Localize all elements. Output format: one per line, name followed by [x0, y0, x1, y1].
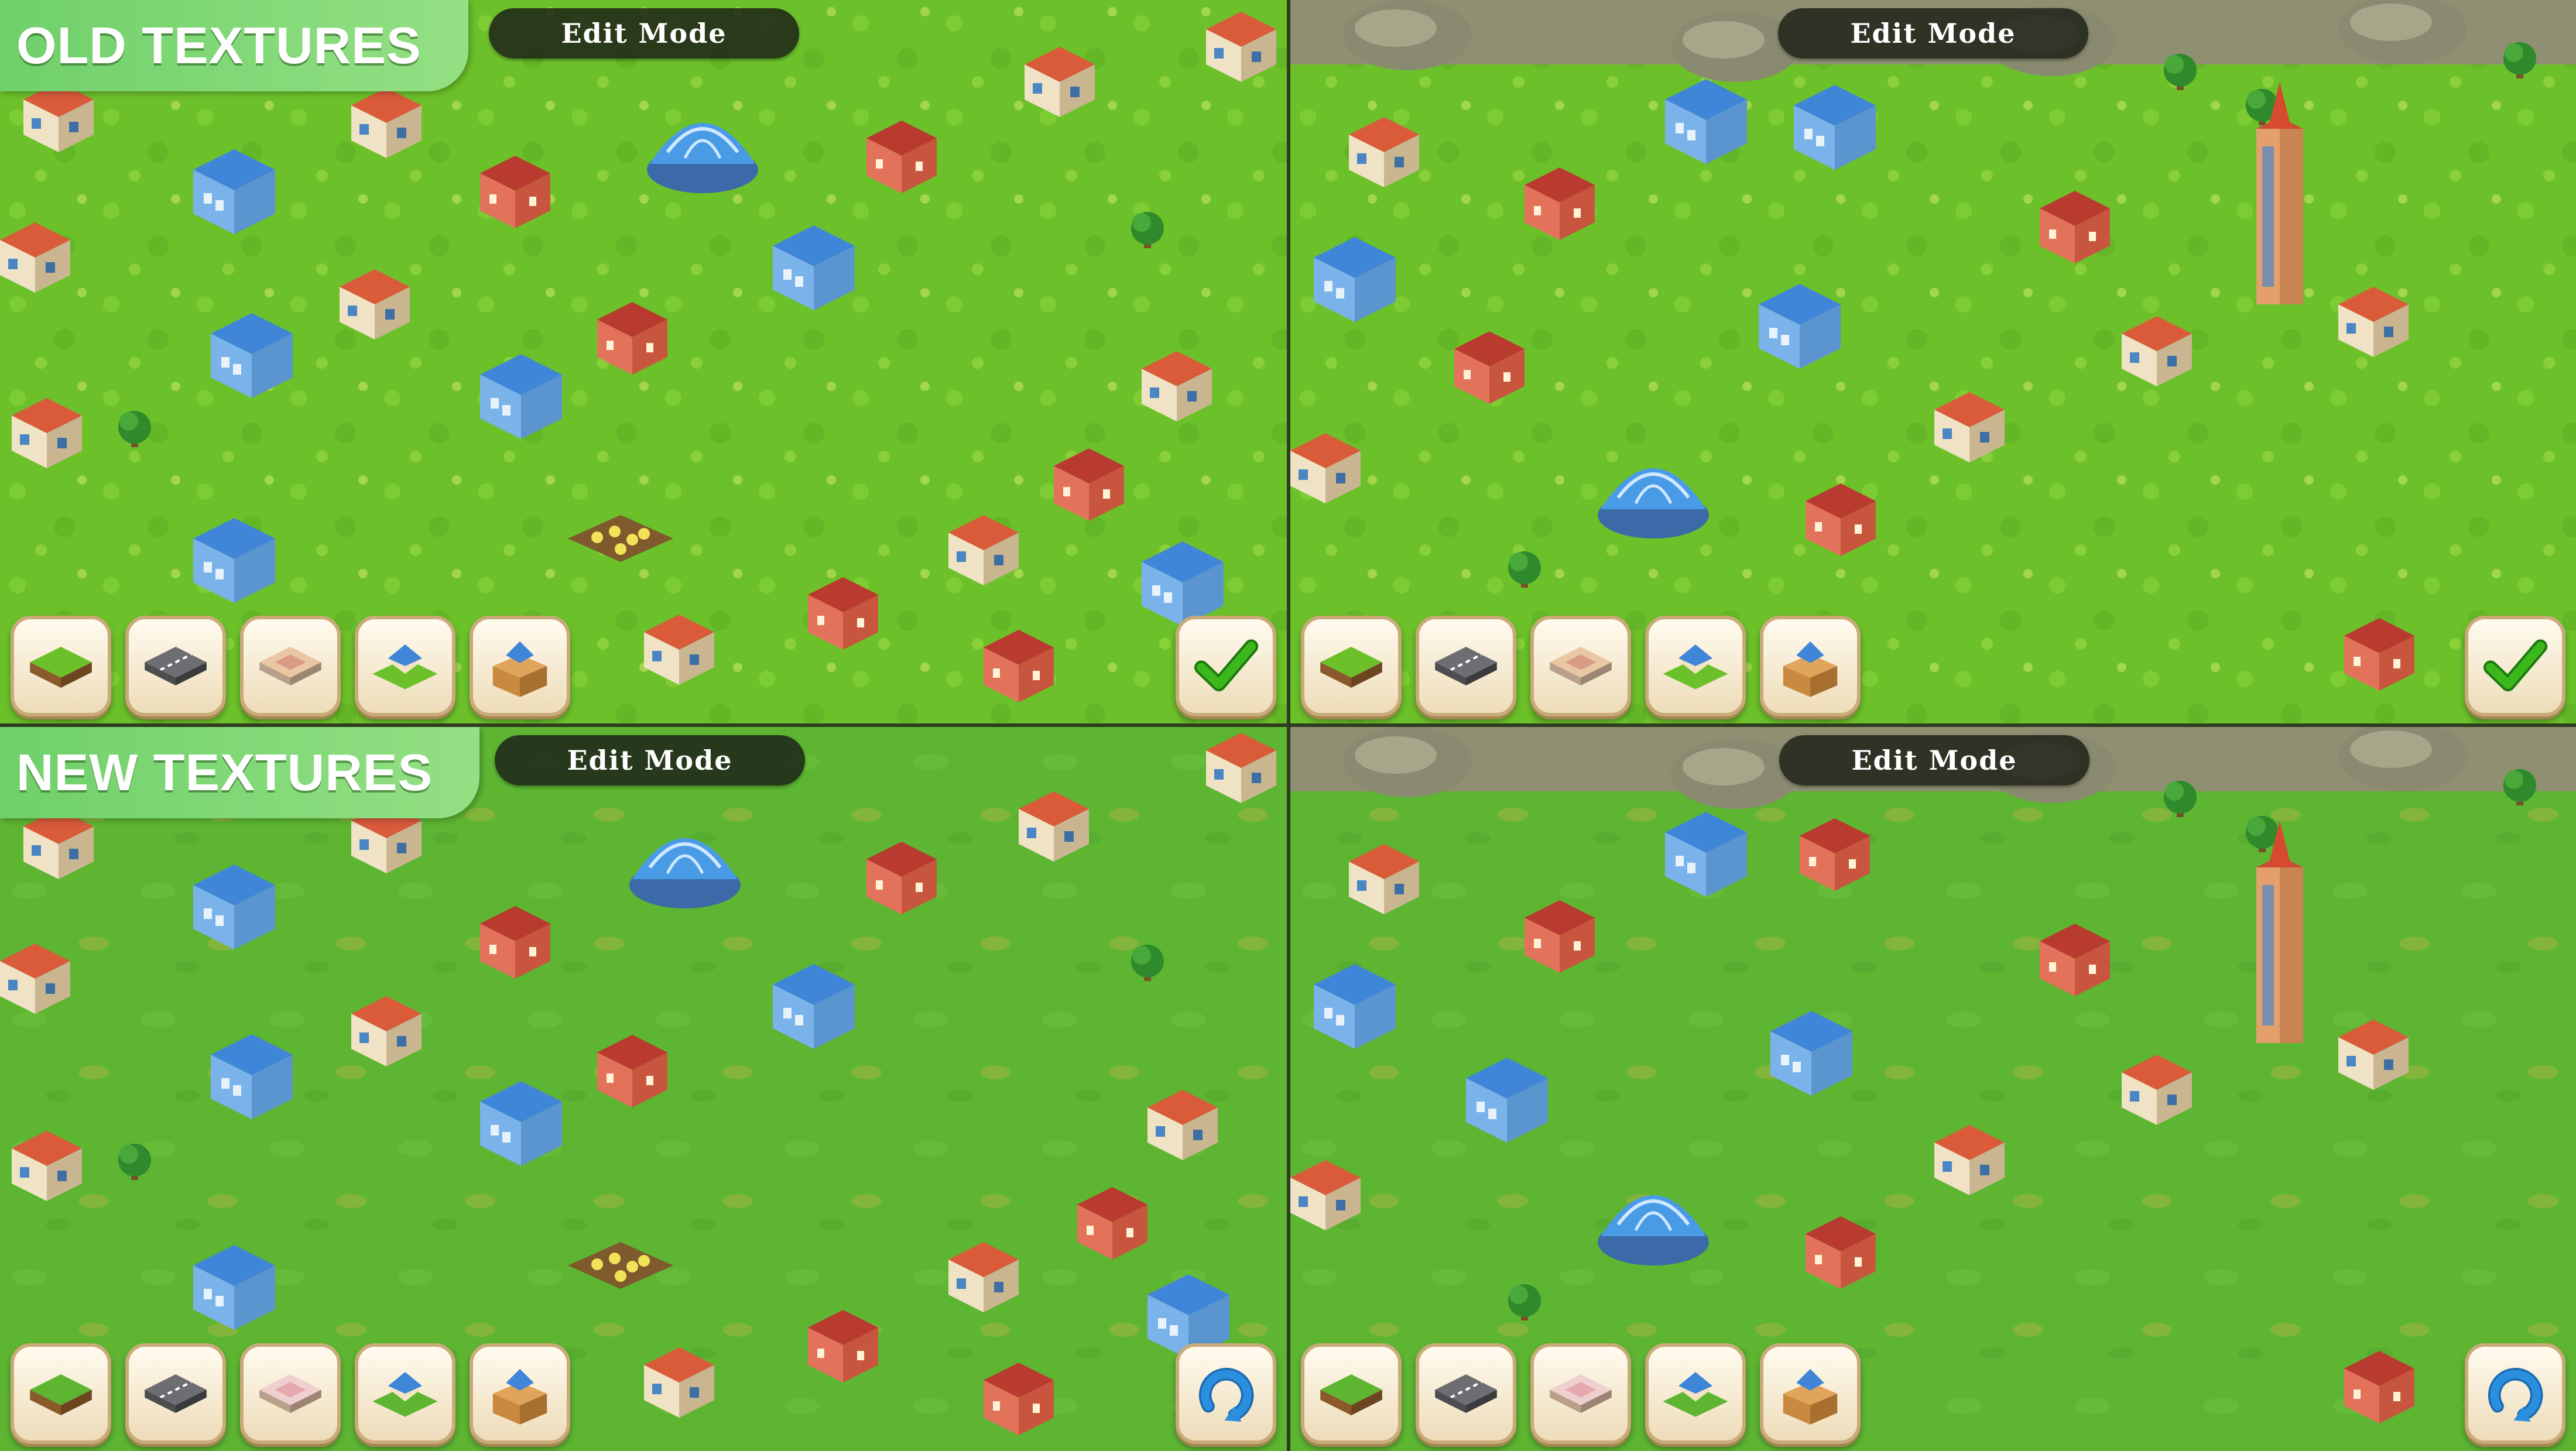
- pavement-tile-button[interactable]: [1530, 1343, 1631, 1444]
- old-textures-view-left: OLD TEXTURES Edit Mode: [0, 0, 1287, 723]
- grass-tile-button[interactable]: [11, 1343, 111, 1444]
- old-textures-label: OLD TEXTURES: [0, 0, 468, 91]
- road-tile-icon: [1435, 647, 1497, 685]
- game-world-scene: [0, 727, 1287, 1451]
- pavement-tile-icon: [259, 647, 321, 685]
- storage-box-icon: [492, 1368, 547, 1425]
- road-tile-icon: [145, 1374, 207, 1413]
- game-world-scene: [1290, 727, 2576, 1451]
- confirm-button[interactable]: [1176, 616, 1276, 716]
- building-plot-icon: [372, 644, 438, 690]
- storage-box-icon: [1783, 641, 1838, 697]
- pavement-tile-icon: [1550, 647, 1612, 685]
- game-world-scene: [1290, 0, 2576, 723]
- pavement-tile-button[interactable]: [240, 1343, 341, 1444]
- building-plot-button[interactable]: [1645, 616, 1746, 716]
- grass-tile-icon: [1320, 647, 1382, 688]
- building-plot-icon: [1663, 644, 1728, 690]
- road-tile-icon: [145, 647, 207, 685]
- rotate-icon: [2488, 1367, 2543, 1422]
- build-toolbar: [1301, 616, 1861, 716]
- comparison-collage: OLD TEXTURES Edit Mode Edit Mode NEW TEX…: [0, 0, 2576, 1451]
- rotate-icon: [1198, 1367, 1254, 1422]
- storage-box-button[interactable]: [1760, 616, 1861, 716]
- build-toolbar: [11, 1343, 570, 1444]
- road-tile-button[interactable]: [125, 616, 226, 716]
- road-tile-button[interactable]: [125, 1343, 226, 1444]
- horizontal-divider: [0, 723, 2576, 727]
- storage-box-button[interactable]: [1760, 1343, 1861, 1444]
- pavement-tile-icon: [259, 1374, 321, 1413]
- building-plot-button[interactable]: [355, 1343, 455, 1444]
- pavement-tile-button[interactable]: [240, 616, 341, 716]
- edit-mode-banner: Edit Mode: [495, 735, 805, 785]
- grass-tile-button[interactable]: [11, 616, 111, 716]
- game-world-scene: [0, 0, 1287, 723]
- edit-mode-banner: Edit Mode: [1779, 735, 2089, 785]
- checkmark-icon: [2483, 639, 2548, 692]
- storage-box-button[interactable]: [470, 616, 570, 716]
- building-plot-button[interactable]: [1645, 1343, 1746, 1444]
- grass-tile-icon: [1320, 1374, 1382, 1415]
- edit-mode-banner: Edit Mode: [1778, 8, 2088, 59]
- pavement-tile-button[interactable]: [1530, 616, 1631, 716]
- rotate-button[interactable]: [1176, 1343, 1276, 1444]
- storage-box-icon: [492, 641, 547, 697]
- grass-tile-icon: [30, 1374, 92, 1415]
- new-textures-view-right: Edit Mode: [1290, 727, 2576, 1451]
- confirm-button[interactable]: [2465, 616, 2565, 716]
- new-textures-label: NEW TEXTURES: [0, 727, 480, 818]
- building-plot-icon: [1663, 1372, 1728, 1417]
- checkmark-icon: [1194, 639, 1259, 692]
- building-plot-icon: [372, 1372, 438, 1417]
- grass-tile-icon: [30, 647, 92, 688]
- rotate-button[interactable]: [2465, 1343, 2565, 1444]
- old-textures-view-right: Edit Mode: [1290, 0, 2576, 723]
- road-tile-icon: [1435, 1374, 1497, 1413]
- pavement-tile-icon: [1550, 1374, 1612, 1413]
- grass-tile-button[interactable]: [1301, 1343, 1402, 1444]
- build-toolbar: [11, 616, 570, 716]
- edit-mode-banner: Edit Mode: [489, 8, 799, 59]
- building-plot-button[interactable]: [355, 616, 455, 716]
- build-toolbar: [1301, 1343, 1861, 1444]
- storage-box-icon: [1783, 1368, 1838, 1425]
- grass-tile-button[interactable]: [1301, 616, 1402, 716]
- road-tile-button[interactable]: [1416, 1343, 1516, 1444]
- storage-box-button[interactable]: [470, 1343, 570, 1444]
- road-tile-button[interactable]: [1416, 616, 1516, 716]
- new-textures-view-left: NEW TEXTURES Edit Mode: [0, 727, 1287, 1451]
